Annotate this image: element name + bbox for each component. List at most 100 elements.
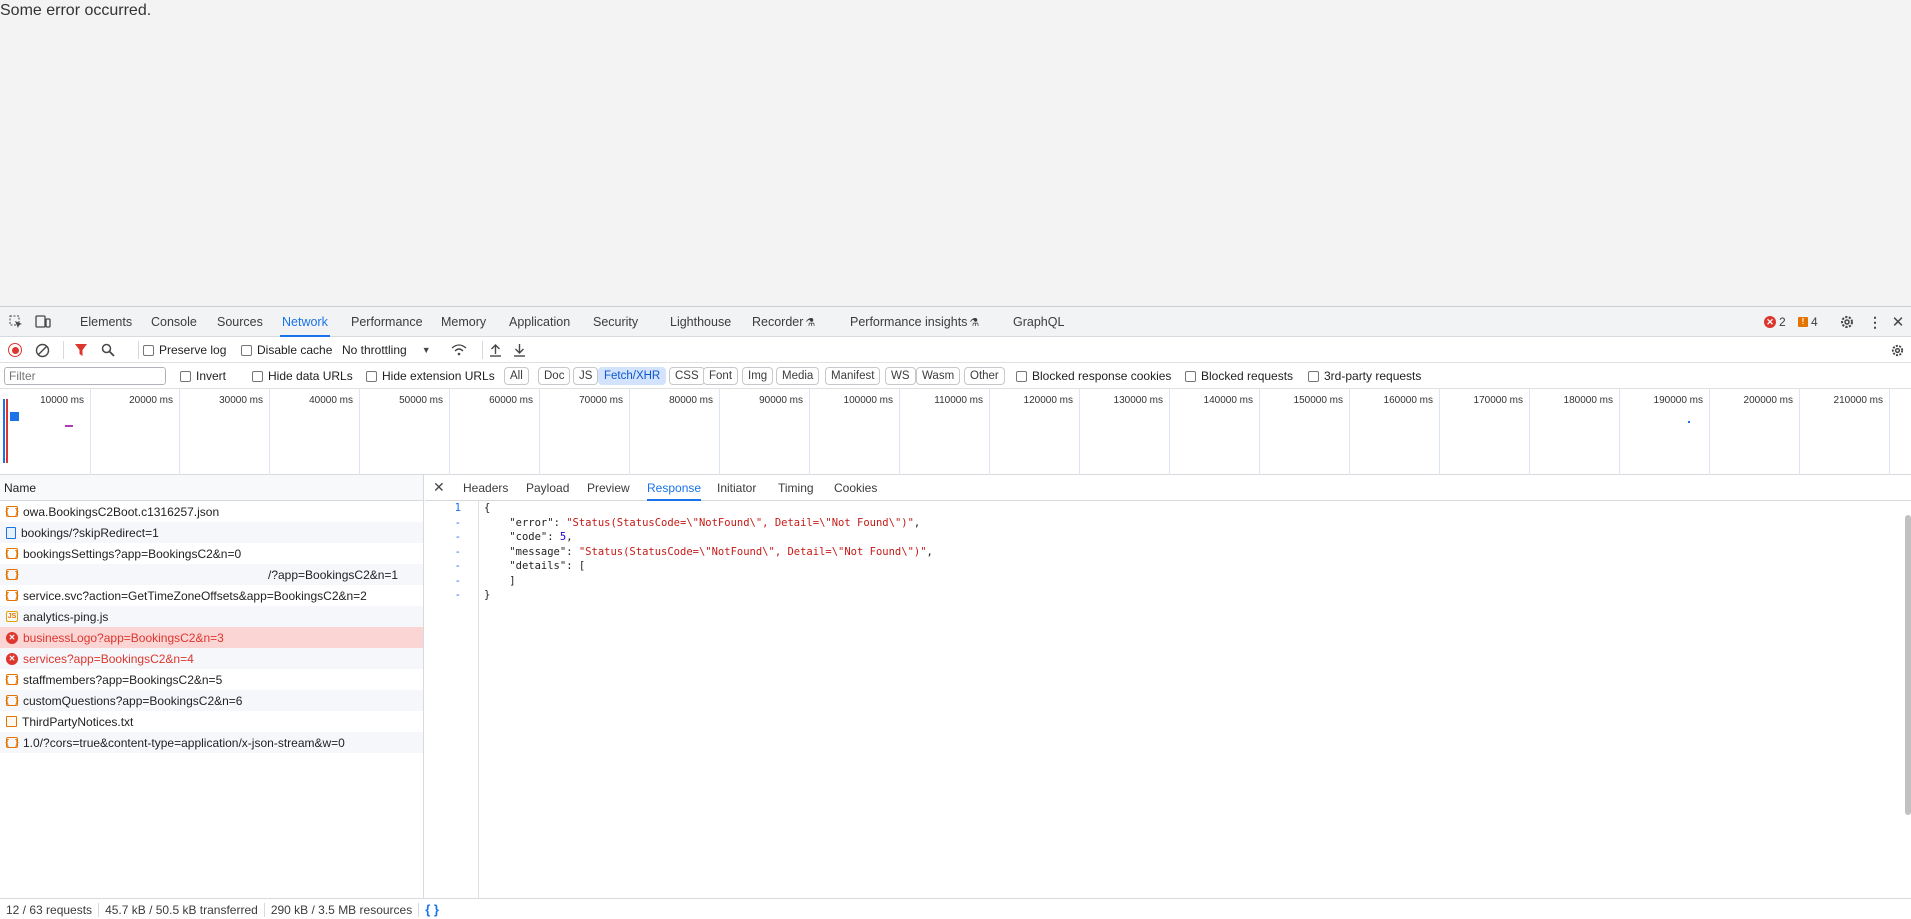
request-row[interactable]: { } 1.0/?cors=true&content-type=applicati… [0,732,423,753]
request-row[interactable]: { } service.svc?action=GetTimeZoneOffsets… [0,585,423,606]
record-button[interactable] [8,341,22,359]
error-count-badge[interactable]: ✕ 2 [1764,314,1786,330]
clear-button[interactable] [35,341,50,359]
timeline-gridline [359,389,360,475]
timeline-gridline [539,389,540,475]
network-conditions-button[interactable] [451,341,467,359]
tab-performance[interactable]: Performance [349,307,425,337]
timeline-gridline [449,389,450,475]
import-har-button[interactable] [482,341,502,359]
network-overview-timeline[interactable]: 10000 ms 20000 ms 30000 ms 40000 ms 50000 ms… [0,389,1911,475]
hide-extension-urls-checkbox[interactable]: Hide extension URLs [366,367,495,385]
blocked-response-cookies-checkbox[interactable]: Blocked response cookies [1016,367,1171,385]
tab-application[interactable]: Application [507,307,572,337]
hide-extension-urls-check [366,370,377,382]
request-row[interactable]: ✕ services?app=BookingsC2&n=4 [0,648,423,669]
throttling-select[interactable]: No throttling ▼ [342,341,431,359]
request-row[interactable]: { } /?app=BookingsC2&n=1 [0,564,423,585]
request-row[interactable]: { } bookingsSettings?app=BookingsC2&n=0 [0,543,423,564]
request-bar [1688,421,1690,423]
tab-recorder[interactable]: Recorder ⚗ [750,307,817,337]
request-row[interactable]: ThirdPartyNotices.txt [0,711,423,732]
tab-graphql[interactable]: GraphQL [1011,307,1066,337]
filter-chip-js[interactable]: JS [573,367,599,385]
filter-chip-fetch-xhr[interactable]: Fetch/XHR [598,367,667,385]
line-number: - [454,589,461,601]
page-content: Some error occurred. [0,0,1911,306]
filter-chip-img[interactable]: Img [742,367,774,385]
tab-response[interactable]: Response [647,475,702,501]
filter-chip-media[interactable]: Media [776,367,820,385]
timeline-tick-label: 160000 ms [1383,395,1433,406]
filter-chip-wasm[interactable]: Wasm [916,367,961,385]
tab-cookies[interactable]: Cookies [834,475,877,501]
blocked-requests-checkbox[interactable]: Blocked requests [1185,367,1293,385]
tab-initiator[interactable]: Initiator [717,475,756,501]
tab-security[interactable]: Security [591,307,640,337]
timeline-tick-label: 10000 ms [40,395,84,406]
tab-console[interactable]: Console [149,307,199,337]
invert-checkbox[interactable]: Invert [180,367,226,385]
blocked-requests-check [1185,370,1196,382]
export-har-button[interactable] [513,341,526,359]
request-row[interactable]: ✕ businessLogo?app=BookingsC2&n=3 [0,627,423,648]
request-row[interactable]: { } customQuestions?app=BookingsC2&n=6 [0,690,423,711]
filter-chip-ws[interactable]: WS [885,367,916,385]
filter-chip-manifest[interactable]: Manifest [825,367,881,385]
preserve-log-checkbox[interactable]: Preserve log [138,341,226,359]
gear-icon[interactable] [1838,313,1856,331]
request-row[interactable]: { } owa.BookingsC2Boot.c1316257.json [0,501,423,522]
tab-headers[interactable]: Headers [463,475,508,501]
more-options-icon[interactable]: ⋮ [1866,313,1884,331]
tab-network[interactable]: Network [280,307,330,337]
filter-chip-other[interactable]: Other [964,367,1005,385]
warning-icon: ! [1798,317,1808,327]
tab-preview[interactable]: Preview [587,475,630,501]
request-row[interactable]: JS analytics-ping.js [0,606,423,627]
scrollbar[interactable] [1905,515,1911,815]
hide-data-urls-check [252,370,263,382]
tab-memory[interactable]: Memory [439,307,488,337]
throttling-value: No throttling [342,343,407,357]
hide-data-urls-checkbox[interactable]: Hide data URLs [252,367,353,385]
pretty-print-button[interactable]: { } [425,902,439,917]
tab-sources[interactable]: Sources [215,307,265,337]
filter-button[interactable] [63,341,88,359]
tab-elements[interactable]: Elements [78,307,134,337]
response-viewer[interactable]: 1 - - - - - - { "error": "Status(StatusCode=\"… [425,501,1911,898]
device-toolbar-icon[interactable] [34,313,52,331]
filter-chip-font[interactable]: Font [703,367,739,385]
close-icon[interactable]: ✕ [433,479,445,496]
request-row[interactable]: bookings/?skipRedirect=1 [0,522,423,543]
filter-chip-css[interactable]: CSS [669,367,705,385]
network-settings-button[interactable] [1890,341,1905,359]
warning-count-badge[interactable]: ! 4 [1798,314,1818,330]
tab-payload[interactable]: Payload [526,475,569,501]
timeline-tick-label: 70000 ms [579,395,623,406]
disable-cache-checkbox[interactable]: Disable cache [241,341,332,359]
error-count: 2 [1779,315,1786,329]
inspect-element-icon[interactable] [7,313,25,331]
timeline-tick-label: 30000 ms [219,395,263,406]
timeline-gridline [179,389,180,475]
record-icon [8,343,22,357]
search-button[interactable] [101,341,115,359]
error-icon: ✕ [1764,316,1776,328]
tab-lighthouse[interactable]: Lighthouse [668,307,733,337]
timeline-tick-label: 150000 ms [1293,395,1343,406]
third-party-requests-checkbox[interactable]: 3rd-party requests [1308,367,1421,385]
request-row[interactable]: { } staffmembers?app=BookingsC2&n=5 [0,669,423,690]
tab-timing[interactable]: Timing [778,475,814,501]
filter-input[interactable] [4,367,166,385]
response-code: { "error": "Status(StatusCode=\"NotFound… [484,501,933,603]
filter-chip-doc[interactable]: Doc [538,367,571,385]
request-list: Name { } owa.BookingsC2Boot.c1316257.json… [0,475,424,898]
close-icon[interactable]: ✕ [1889,313,1907,331]
third-party-requests-check [1308,370,1319,382]
timeline-tick-label: 20000 ms [129,395,173,406]
timeline-gridline [1169,389,1170,475]
name-column-header[interactable]: Name [0,475,423,501]
tab-performance-insights[interactable]: Performance insights ⚗ [848,307,981,337]
request-name: bookings/?skipRedirect=1 [21,525,159,540]
filter-chip-all[interactable]: All [504,367,529,385]
